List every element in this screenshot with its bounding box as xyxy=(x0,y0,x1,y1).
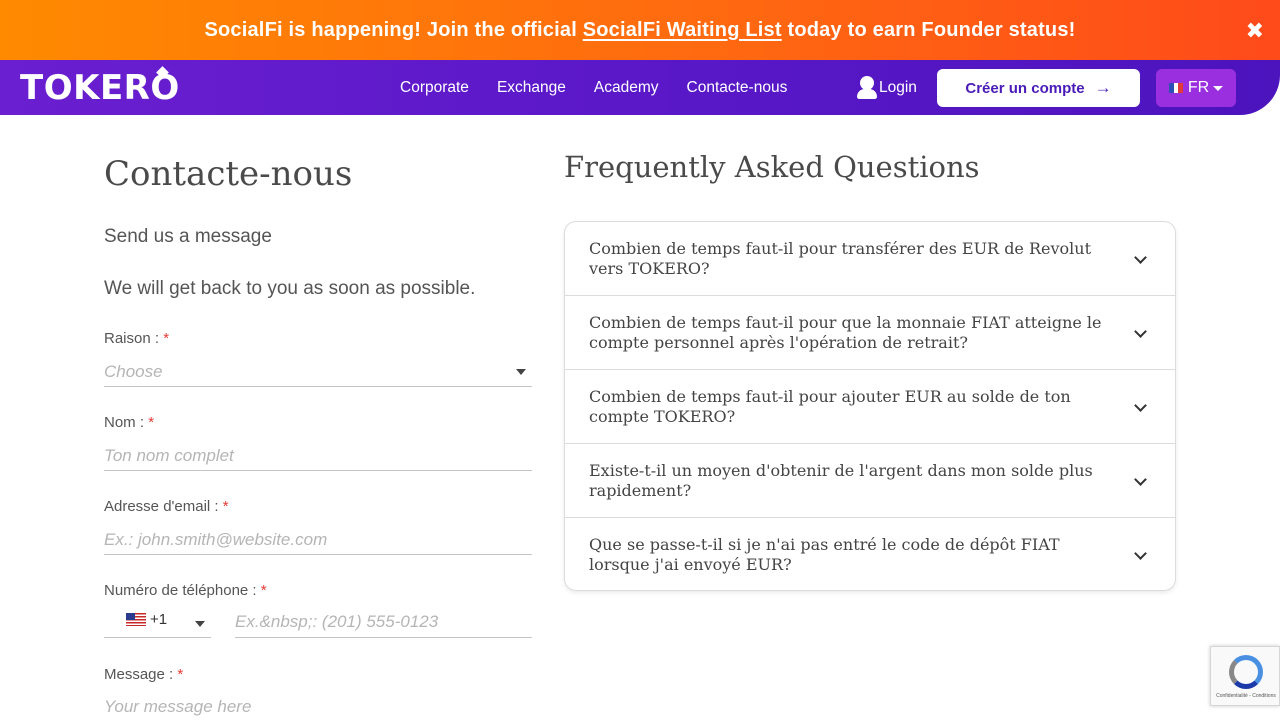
country-code-select[interactable]: +1 xyxy=(104,606,211,638)
message-textarea[interactable]: Your message here xyxy=(104,690,532,720)
banner-lead: SocialFi is happening! xyxy=(204,18,422,41)
create-account-label: Créer un compte xyxy=(965,79,1085,97)
chevron-down-icon xyxy=(1134,399,1147,412)
faq-question: Que se passe-t-il si je n'ai pas entré l… xyxy=(589,535,1060,574)
banner-part1: Join the official xyxy=(421,18,583,41)
nav-link-academy[interactable]: Academy xyxy=(594,79,659,97)
banner-text[interactable]: SocialFi is happening! Join the official… xyxy=(204,19,1075,42)
email-placeholder: Ex.: john.smith@website.com xyxy=(104,530,328,549)
faq-item[interactable]: Que se passe-t-il si je n'ai pas entré l… xyxy=(565,518,1175,590)
country-code: +1 xyxy=(150,611,168,628)
chevron-down-icon xyxy=(1134,473,1147,486)
chevron-down-icon xyxy=(1134,547,1147,560)
us-flag-icon xyxy=(126,613,146,626)
email-label: Adresse d'email : * xyxy=(104,498,229,515)
language-selector[interactable]: FR xyxy=(1156,69,1236,107)
chevron-down-icon xyxy=(1213,85,1224,91)
arrow-right-icon: → xyxy=(1094,78,1112,97)
page-title: Contacte-nous xyxy=(104,154,353,194)
phone-input[interactable]: Ex.&nbsp;: (201) 555-0123 xyxy=(235,606,532,638)
login-button[interactable]: Login xyxy=(856,76,917,100)
reason-select[interactable]: Choose xyxy=(104,355,532,387)
caret-down-icon xyxy=(195,621,205,627)
form-subtitle: Send us a message xyxy=(104,226,272,247)
faq-title: Frequently Asked Questions xyxy=(564,150,980,184)
create-account-button[interactable]: Créer un compte → xyxy=(937,69,1140,107)
france-flag-icon xyxy=(1168,83,1183,93)
faq-question: Combien de temps faut-il pour ajouter EU… xyxy=(589,387,1071,426)
faq-item[interactable]: Existe-t-il un moyen d'obtenir de l'arge… xyxy=(565,444,1175,518)
faq-accordion: Combien de temps faut-il pour transférer… xyxy=(564,221,1176,591)
navbar: TOKERO Corporate Exchange Academy Contac… xyxy=(0,60,1280,115)
recaptcha-badge[interactable]: Confidentialité - Conditions xyxy=(1210,646,1280,706)
faq-item[interactable]: Combien de temps faut-il pour transférer… xyxy=(565,222,1175,296)
email-input[interactable]: Ex.: john.smith@website.com xyxy=(104,523,532,555)
waiting-list-link[interactable]: SocialFi Waiting List xyxy=(583,19,782,41)
chevron-down-icon xyxy=(1134,325,1147,338)
caret-down-icon xyxy=(516,369,526,375)
user-icon xyxy=(856,76,878,100)
recaptcha-text: Confidentialité - Conditions xyxy=(1216,693,1276,699)
message-label: Message : * xyxy=(104,666,184,683)
chevron-down-icon xyxy=(1134,251,1147,264)
nav-link-exchange[interactable]: Exchange xyxy=(497,79,566,97)
language-label: FR xyxy=(1187,79,1210,96)
faq-item[interactable]: Combien de temps faut-il pour ajouter EU… xyxy=(565,370,1175,444)
nav-link-contact[interactable]: Contacte-nous xyxy=(687,79,788,97)
logo[interactable]: TOKERO xyxy=(20,68,180,108)
name-input[interactable]: Ton nom complet xyxy=(104,439,532,471)
close-icon[interactable]: ✖ xyxy=(1246,20,1264,42)
announcement-banner: SocialFi is happening! Join the official… xyxy=(0,0,1280,60)
nav-links: Corporate Exchange Academy Contacte-nous xyxy=(400,60,815,115)
name-placeholder: Ton nom complet xyxy=(104,446,234,465)
name-label: Nom : * xyxy=(104,414,155,431)
phone-label: Numéro de téléphone : * xyxy=(104,582,267,599)
message-placeholder: Your message here xyxy=(104,697,252,716)
reason-label: Raison : * xyxy=(104,330,170,347)
phone-placeholder: Ex.&nbsp;: (201) 555-0123 xyxy=(235,612,439,631)
recaptcha-icon xyxy=(1229,655,1263,689)
login-label: Login xyxy=(879,79,917,96)
nav-link-corporate[interactable]: Corporate xyxy=(400,79,469,97)
faq-question: Combien de temps faut-il pour transférer… xyxy=(589,239,1092,278)
faq-item[interactable]: Combien de temps faut-il pour que la mon… xyxy=(565,296,1175,370)
reason-placeholder: Choose xyxy=(104,362,163,381)
form-subtitle-secondary: We will get back to you as soon as possi… xyxy=(104,278,476,299)
banner-part2: today to earn Founder status! xyxy=(781,18,1076,41)
faq-question: Combien de temps faut-il pour que la mon… xyxy=(589,313,1102,352)
faq-question: Existe-t-il un moyen d'obtenir de l'arge… xyxy=(589,461,1093,500)
